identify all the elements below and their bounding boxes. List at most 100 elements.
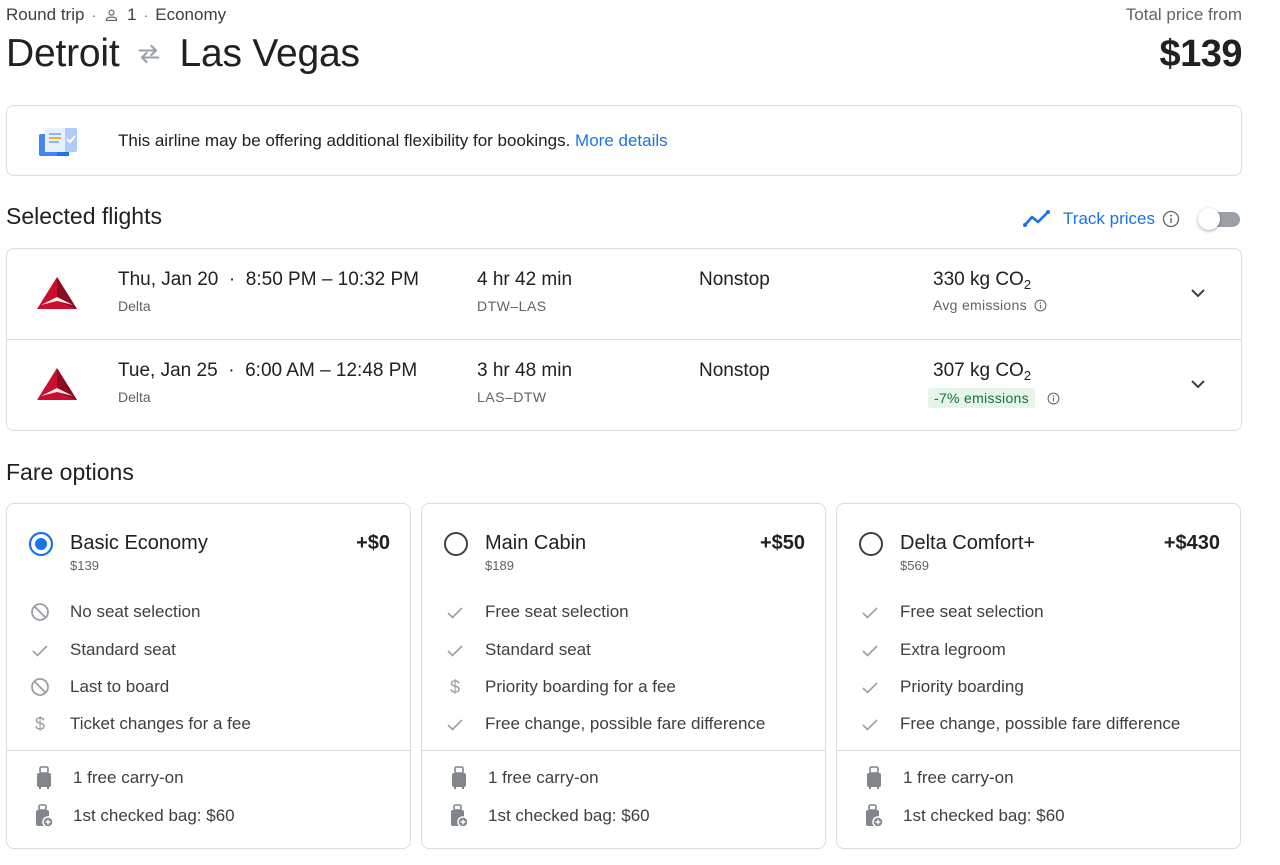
co2-subscript: 2 (1023, 368, 1032, 383)
fare-name: Basic Economy (70, 532, 208, 554)
check-icon (860, 714, 880, 734)
more-details-link[interactable]: More details (575, 131, 668, 150)
co2-emissions: 330 kg CO2 (933, 269, 1031, 291)
dollar-icon: $ (30, 714, 50, 734)
fare-card[interactable]: Main Cabin $189 +$50 Free seat selection Sta… (421, 503, 826, 849)
track-prices-label[interactable]: Track prices (1063, 209, 1155, 229)
svg-text:$: $ (450, 677, 460, 697)
trip-header: Round trip · 1 · Economy Detroit Las Veg… (6, 4, 1243, 84)
baggage-item: 1st checked bag: $60 (422, 803, 825, 829)
chevron-down-icon[interactable] (1187, 282, 1209, 304)
flight-row-return[interactable]: Tue, Jan 25 · 6:00 AM – 12:48 PM Delta 3… (7, 340, 1241, 431)
delta-logo-icon (37, 368, 77, 400)
baggage-text: 1st checked bag: $60 (488, 806, 650, 825)
booking-flexibility-icon (39, 128, 77, 156)
fare-radio-button[interactable] (28, 531, 54, 557)
carry-on-bag-icon (34, 766, 54, 790)
baggage-item: 1 free carry-on (7, 765, 410, 791)
check-icon (860, 602, 880, 622)
block-icon (30, 602, 50, 622)
info-icon[interactable] (1034, 299, 1047, 312)
fare-card[interactable]: Delta Comfort+ $569 +$430 Free seat selecti… (836, 503, 1241, 849)
flight-date: Tue, Jan 25 (118, 360, 218, 381)
fare-feature: Free seat selection (422, 600, 825, 624)
round-trip-arrows-icon (139, 44, 160, 64)
fare-feature: No seat selection (7, 600, 410, 624)
check-icon (30, 640, 50, 660)
fare-total-price: $569 (900, 558, 929, 573)
delta-logo-icon (37, 277, 77, 309)
fare-feature: $ Priority boarding for a fee (422, 675, 825, 699)
toggle-knob (1198, 208, 1220, 230)
fare-feature: Priority boarding (837, 675, 1240, 699)
total-price-value: $139 (1159, 33, 1242, 75)
check-icon (445, 602, 465, 622)
fare-card[interactable]: Basic Economy $139 +$0 No seat selection Sta… (6, 503, 411, 849)
passenger-count: 1 (127, 5, 137, 24)
check-icon (445, 640, 465, 660)
co2-value: 307 kg CO (933, 360, 1024, 381)
flight-stops: Nonstop (699, 269, 770, 290)
divider (7, 750, 410, 751)
fare-feature-text: Ticket changes for a fee (70, 714, 251, 733)
fare-feature-text: Standard seat (70, 640, 176, 659)
flight-duration: 3 hr 48 min (477, 360, 573, 381)
selected-flights-heading: Selected flights (6, 203, 162, 229)
checked-bag-icon (449, 804, 469, 828)
fare-price-difference: +$0 (356, 532, 390, 554)
fare-total-price: $139 (70, 558, 99, 573)
fare-feature-text: Priority boarding (900, 677, 1024, 696)
track-prices: Track prices (1023, 205, 1242, 233)
chevron-down-icon[interactable] (1187, 373, 1209, 395)
flight-airports: LAS–DTW (477, 389, 547, 405)
flight-date: Thu, Jan 20 (118, 269, 219, 290)
baggage-item: 1 free carry-on (422, 765, 825, 791)
flight-times: Tue, Jan 25 · 6:00 AM – 12:48 PM (118, 360, 418, 381)
info-icon[interactable] (1162, 210, 1180, 228)
airline-name: Delta (118, 389, 151, 405)
fare-feature: Extra legroom (837, 638, 1240, 662)
block-icon (30, 677, 50, 697)
fare-feature: Free change, possible fare difference (422, 712, 825, 736)
selected-flights-list: Thu, Jan 20 · 8:50 PM – 10:32 PM Delta 4… (6, 248, 1242, 431)
baggage-text: 1 free carry-on (903, 768, 1014, 787)
info-icon[interactable] (1047, 392, 1060, 405)
route-title: Detroit Las Vegas (6, 32, 1242, 76)
track-prices-toggle[interactable] (1198, 208, 1242, 230)
flight-airports: DTW–LAS (477, 298, 547, 314)
fare-radio-button[interactable] (858, 531, 884, 557)
fare-name: Delta Comfort+ (900, 532, 1036, 554)
emissions-text: Avg emissions (933, 297, 1027, 313)
total-price: Total price from $139 (1125, 4, 1243, 76)
baggage-item: 1 free carry-on (837, 765, 1240, 791)
fare-price-difference: +$50 (759, 532, 805, 554)
baggage-item: 1st checked bag: $60 (837, 803, 1240, 829)
fare-radio-button[interactable] (443, 531, 469, 557)
trip-type: Round trip (6, 5, 85, 24)
fare-feature-text: No seat selection (70, 602, 201, 621)
baggage-text: 1st checked bag: $60 (73, 806, 235, 825)
fare-feature: Standard seat (7, 638, 410, 662)
dollar-icon: $ (445, 677, 465, 697)
flight-row-outbound[interactable]: Thu, Jan 20 · 8:50 PM – 10:32 PM Delta 4… (7, 249, 1241, 340)
total-price-label: Total price from (1125, 5, 1242, 24)
banner-text: This airline may be offering additional … (118, 130, 571, 150)
divider (422, 750, 825, 751)
cabin-class: Economy (155, 5, 227, 24)
emissions-label: Avg emissions (933, 297, 1047, 313)
co2-emissions: 307 kg CO2 (933, 360, 1031, 382)
check-icon (860, 640, 880, 660)
baggage-text: 1 free carry-on (488, 768, 599, 787)
divider (837, 750, 1240, 751)
separator-dot: · (143, 7, 149, 23)
fare-feature-text: Free change, possible fare difference (485, 714, 766, 733)
separator-dot: · (91, 7, 97, 23)
baggage-text: 1st checked bag: $60 (903, 806, 1065, 825)
fare-price-difference: +$430 (1163, 532, 1220, 554)
banner-message: This airline may be offering additional … (118, 131, 668, 151)
fare-name: Main Cabin (485, 532, 587, 554)
flexibility-banner: This airline may be offering additional … (6, 105, 1242, 176)
baggage-text: 1 free carry-on (73, 768, 184, 787)
co2-value: 330 kg CO (933, 269, 1024, 290)
flight-duration: 4 hr 42 min (477, 269, 573, 290)
